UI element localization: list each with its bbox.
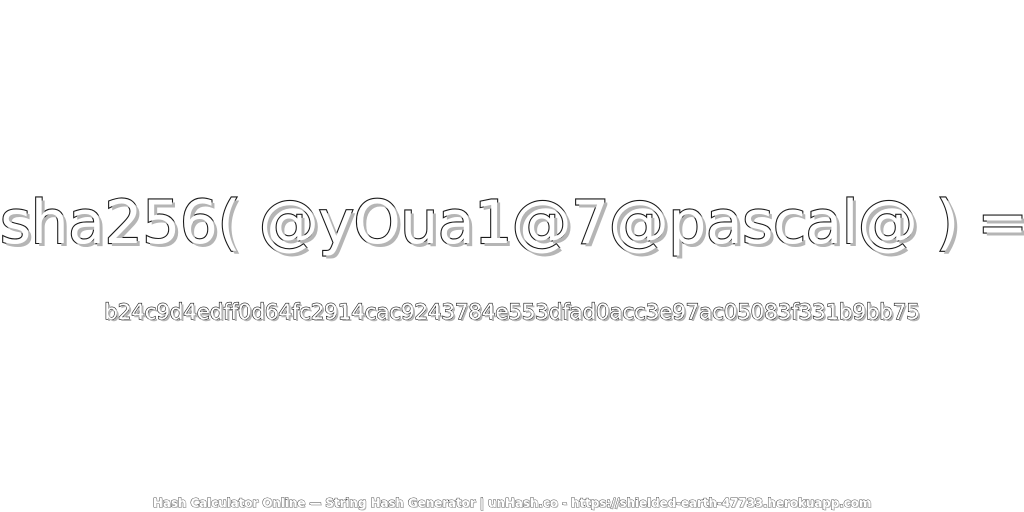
hash-expression-title: sha256( @yOua1@7@pascal@ ) = [0,187,1024,259]
footer-attribution: Hash Calculator Online — String Hash Gen… [152,496,872,511]
hash-result-value: b24c9d4edff0d64fc2914cac9243784e553dfad0… [104,299,921,325]
